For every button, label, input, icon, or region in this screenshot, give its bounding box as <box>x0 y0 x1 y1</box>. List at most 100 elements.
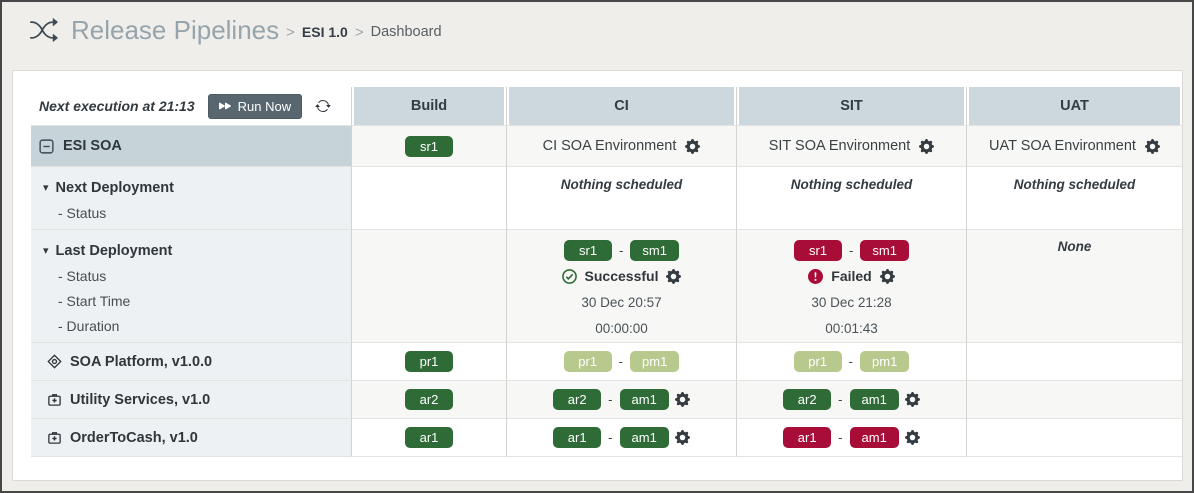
app-uat-cell <box>966 380 1182 418</box>
next-status-label: - Status <box>43 201 351 226</box>
next-execution-label: Next execution at 21:13 <box>39 98 195 114</box>
column-header-sit: SIT <box>736 87 966 125</box>
last-deployment-row: ▾ Last Deployment - Status - Start Time … <box>31 229 1182 342</box>
app-label-cell: OrderToCash, v1.0 <box>31 418 351 457</box>
build-tag-badge: ar2 <box>405 389 453 410</box>
app-name: SOA Platform, v1.0.0 <box>70 354 212 370</box>
platform-diamond-icon <box>47 354 62 369</box>
app-build-cell: pr1 <box>351 342 506 380</box>
duration-value: 00:00:00 <box>507 315 736 341</box>
app-ci-cell: ar1 - am1 <box>506 418 736 457</box>
start-time-value: 30 Dec 21:28 <box>737 289 966 315</box>
failed-exclamation-icon <box>808 269 823 284</box>
last-deployment-label-cell: ▾ Last Deployment - Status - Start Time … <box>31 229 351 342</box>
gear-icon[interactable] <box>919 139 934 154</box>
group-row: ESI SOA sr1 CI SOA Environment <box>31 125 1182 166</box>
sit-environment-cell: SIT SOA Environment <box>736 125 966 166</box>
caret-down-icon: ▾ <box>43 183 49 194</box>
pipeline-card: Next execution at 21:13 Run Now Build CI <box>12 70 1183 481</box>
application-row: SOA Platform, v1.0.0 pr1 pr1 - pm1 <box>31 342 1182 380</box>
package-icon <box>47 392 62 407</box>
tag-separator: - <box>849 243 853 258</box>
gear-icon[interactable] <box>666 269 681 284</box>
app-build-cell: ar1 <box>351 418 506 457</box>
app-sit-cell: ar2 - am1 <box>736 380 966 418</box>
next-deployment-label-cell: ▾ Next Deployment - Status <box>31 166 351 229</box>
gear-icon[interactable] <box>905 430 920 445</box>
ci-environment-name: CI SOA Environment <box>543 138 677 154</box>
tag-separator: - <box>849 354 853 369</box>
run-now-button[interactable]: Run Now <box>208 94 302 119</box>
column-header-ci: CI <box>506 87 736 125</box>
nothing-scheduled-text: Nothing scheduled <box>737 167 966 192</box>
gear-icon[interactable] <box>1145 139 1160 154</box>
group-build-cell: sr1 <box>351 125 506 166</box>
deployment-tag-badge: ar2 <box>553 389 601 410</box>
group-name: ESI SOA <box>63 138 122 154</box>
page-title: Release Pipelines <box>71 15 279 46</box>
ci-environment-cell: CI SOA Environment <box>506 125 736 166</box>
success-check-icon <box>562 269 577 284</box>
app-name: Utility Services, v1.0 <box>70 392 210 408</box>
gear-icon[interactable] <box>880 269 895 284</box>
deployment-tag-badge: ar1 <box>783 427 831 448</box>
breadcrumb-release[interactable]: ESI 1.0 <box>302 20 348 40</box>
app-ci-cell: ar2 - am1 <box>506 380 736 418</box>
build-tag-badge: sr1 <box>405 136 453 157</box>
last-deployment-label: Last Deployment <box>56 239 173 264</box>
table-header-row: Next execution at 21:13 Run Now Build CI <box>31 87 1182 125</box>
column-header-build: Build <box>351 87 506 125</box>
refresh-icon <box>315 98 331 114</box>
build-tag-badge: ar1 <box>405 427 453 448</box>
deployment-tag-badge: sm1 <box>860 240 909 261</box>
gear-icon[interactable] <box>675 430 690 445</box>
tag-separator: - <box>608 392 612 407</box>
tag-separator: - <box>619 354 623 369</box>
toolbar: Next execution at 21:13 Run Now <box>31 87 351 125</box>
status-text: Successful <box>585 268 659 284</box>
refresh-button[interactable] <box>315 98 331 114</box>
uat-environment-name: UAT SOA Environment <box>989 138 1136 154</box>
deployment-tag-badge: sr1 <box>564 240 612 261</box>
app-label-cell: SOA Platform, v1.0.0 <box>31 342 351 380</box>
breadcrumb-dashboard[interactable]: Dashboard <box>371 20 442 40</box>
last-start-time-label: - Start Time <box>43 289 351 314</box>
start-time-value: 30 Dec 20:57 <box>507 289 736 315</box>
collapse-icon[interactable] <box>39 139 54 154</box>
gear-icon[interactable] <box>905 392 920 407</box>
next-deployment-label: Next Deployment <box>56 176 174 201</box>
breadcrumb-separator: > <box>355 20 364 41</box>
column-header-uat: UAT <box>966 87 1182 125</box>
deployment-tag-badge: am1 <box>620 389 669 410</box>
app-uat-cell <box>966 418 1182 457</box>
next-uat-cell: Nothing scheduled <box>966 166 1182 229</box>
deployment-tag-badge: pr1 <box>564 351 612 372</box>
application-row: OrderToCash, v1.0 ar1 ar1 - am1 <box>31 418 1182 457</box>
last-deployment-toggle[interactable]: ▾ Last Deployment <box>43 239 351 264</box>
pipeline-shuffle-icon <box>30 16 58 44</box>
last-build-cell <box>351 229 506 342</box>
app-label-cell: Utility Services, v1.0 <box>31 380 351 418</box>
app-ci-cell: pr1 - pm1 <box>506 342 736 380</box>
deployment-tag-badge: am1 <box>850 427 899 448</box>
last-ci-cell: sr1 - sm1 Successful 30 Dec 20:57 00:00:… <box>506 229 736 342</box>
nothing-scheduled-text: Nothing scheduled <box>507 167 736 192</box>
next-deployment-row: ▾ Next Deployment - Status Nothing sched… <box>31 166 1182 229</box>
run-now-label: Run Now <box>238 99 291 114</box>
group-label-cell: ESI SOA <box>31 125 351 166</box>
caret-down-icon: ▾ <box>43 246 49 257</box>
last-duration-label: - Duration <box>43 314 351 339</box>
status-text: Failed <box>831 268 871 284</box>
breadcrumb-separator: > <box>286 20 295 41</box>
app-name: OrderToCash, v1.0 <box>70 430 198 446</box>
build-tag-badge: pr1 <box>405 351 453 372</box>
app-uat-cell <box>966 342 1182 380</box>
tag-separator: - <box>838 430 842 445</box>
gear-icon[interactable] <box>685 139 700 154</box>
nothing-scheduled-text: Nothing scheduled <box>967 167 1182 192</box>
next-deployment-toggle[interactable]: ▾ Next Deployment <box>43 176 351 201</box>
gear-icon[interactable] <box>675 392 690 407</box>
app-sit-cell: pr1 - pm1 <box>736 342 966 380</box>
app-sit-cell: ar1 - am1 <box>736 418 966 457</box>
last-uat-cell: None <box>966 229 1182 342</box>
